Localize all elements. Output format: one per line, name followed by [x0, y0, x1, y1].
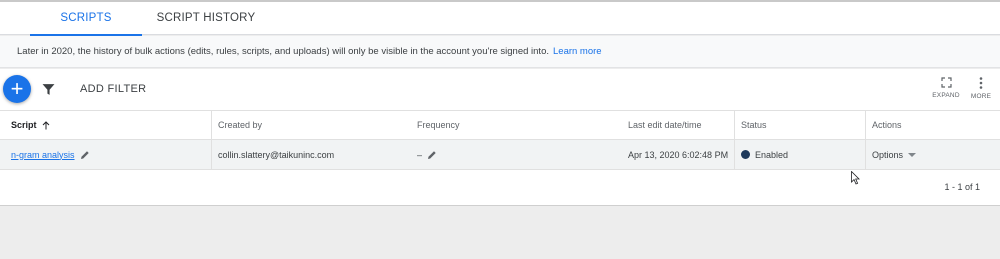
- column-header-status[interactable]: Status: [734, 111, 865, 139]
- script-name-link[interactable]: n-gram analysis: [11, 150, 75, 160]
- more-label: MORE: [970, 93, 992, 100]
- plus-icon: +: [10, 76, 24, 101]
- last-edit-cell: Apr 13, 2020 6:02:48 PM: [628, 149, 729, 160]
- tab-script-history[interactable]: SCRIPT HISTORY: [150, 2, 262, 34]
- script-cell: n-gram analysis: [0, 140, 211, 169]
- created-by-cell: collin.slattery@taikuninc.com: [211, 140, 411, 169]
- actions-cell: Options: [865, 140, 1000, 169]
- column-header-actions: Actions: [865, 111, 1000, 139]
- expand-icon: [940, 77, 952, 88]
- banner-text: Later in 2020, the history of bulk actio…: [17, 46, 549, 57]
- tab-scripts[interactable]: SCRIPTS: [30, 2, 142, 34]
- mouse-cursor-icon: [851, 171, 860, 185]
- status-label: Enabled: [755, 149, 789, 160]
- status-cell: Enabled: [734, 140, 865, 169]
- more-button[interactable]: MORE: [961, 77, 1000, 107]
- edit-frequency-pencil-icon[interactable]: [427, 150, 437, 160]
- table-toolbar: + ADD FILTER EXPAND MORE: [0, 69, 1000, 110]
- column-header-created-by[interactable]: Created by: [211, 111, 411, 139]
- tab-bar: SCRIPTS SCRIPT HISTORY: [0, 0, 1000, 36]
- info-banner: Later in 2020, the history of bulk actio…: [0, 36, 1000, 68]
- frequency-cell: –: [411, 140, 622, 169]
- expand-label: EXPAND: [932, 92, 960, 99]
- filter-icon[interactable]: [42, 83, 55, 96]
- options-dropdown[interactable]: Options: [872, 149, 917, 160]
- frequency-value: –: [417, 149, 423, 160]
- table-header-row: Script Created by Frequency Last edit da…: [0, 110, 1000, 140]
- column-header-script[interactable]: Script: [0, 111, 211, 139]
- add-script-button[interactable]: +: [3, 75, 31, 103]
- more-vert-icon: [979, 77, 983, 89]
- column-header-frequency[interactable]: Frequency: [411, 111, 622, 139]
- status-enabled-dot-icon: [741, 150, 750, 159]
- expand-button[interactable]: EXPAND: [926, 77, 966, 107]
- pagination-summary: 1 - 1 of 1: [944, 182, 980, 192]
- learn-more-link[interactable]: Learn more: [553, 46, 602, 57]
- dropdown-caret-icon: [908, 152, 917, 157]
- column-header-last-edit[interactable]: Last edit date/time: [622, 111, 734, 139]
- column-header-script-label: Script: [11, 120, 37, 130]
- edit-pencil-icon[interactable]: [80, 150, 90, 160]
- sort-ascending-icon[interactable]: [42, 120, 50, 130]
- add-filter-button[interactable]: ADD FILTER: [80, 83, 146, 95]
- options-label: Options: [872, 149, 904, 160]
- scripts-panel: + ADD FILTER EXPAND MORE Script Created …: [0, 69, 1000, 206]
- table-row: n-gram analysis collin.slattery@taikunin…: [0, 140, 1000, 170]
- scripts-table: Script Created by Frequency Last edit da…: [0, 110, 1000, 170]
